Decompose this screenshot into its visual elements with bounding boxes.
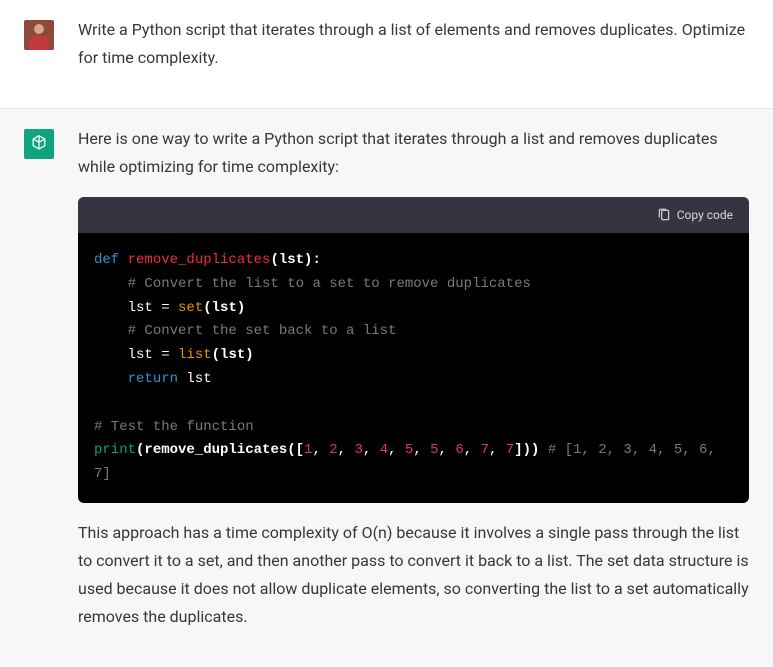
user-avatar (24, 20, 54, 50)
clipboard-icon (657, 208, 671, 222)
assistant-outro: This approach has a time complexity of O… (78, 519, 749, 631)
code-content[interactable]: def remove_duplicates(lst): # Convert th… (78, 233, 749, 503)
user-message: Write a Python script that iterates thro… (0, 0, 773, 109)
assistant-message: Here is one way to write a Python script… (0, 109, 773, 667)
assistant-intro: Here is one way to write a Python script… (78, 125, 749, 181)
copy-code-label: Copy code (677, 205, 733, 226)
user-text: Write a Python script that iterates thro… (78, 16, 749, 72)
code-block: Copy code def remove_duplicates(lst): # … (78, 197, 749, 503)
assistant-avatar (24, 129, 54, 159)
copy-code-button[interactable]: Copy code (657, 205, 733, 226)
openai-logo-icon (29, 134, 49, 154)
user-message-content: Write a Python script that iterates thro… (78, 20, 749, 88)
assistant-message-content: Here is one way to write a Python script… (78, 129, 749, 647)
code-header: Copy code (78, 197, 749, 233)
